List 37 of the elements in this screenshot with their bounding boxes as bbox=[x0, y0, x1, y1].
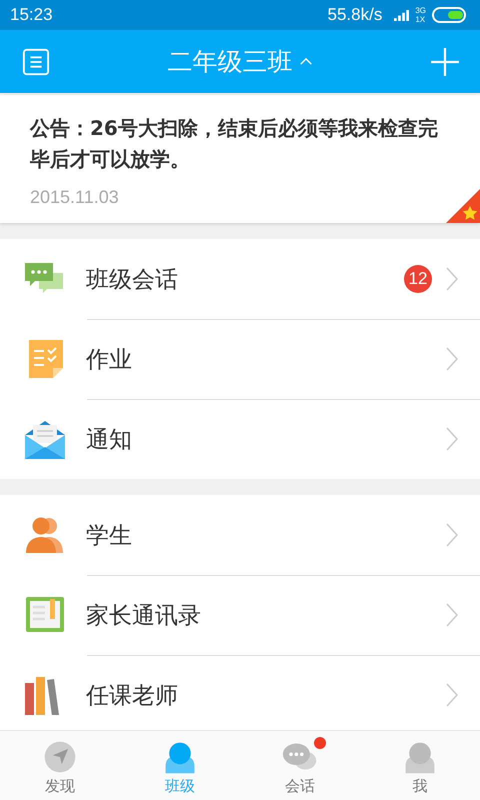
book-icon bbox=[25, 595, 65, 635]
chevron-right-icon bbox=[446, 267, 458, 291]
chevron-right-icon bbox=[446, 683, 458, 707]
row-label: 作业 bbox=[86, 346, 133, 374]
chevron-right-icon bbox=[446, 523, 458, 547]
menu-button[interactable] bbox=[22, 48, 50, 76]
unread-count-badge: 12 bbox=[404, 265, 432, 293]
people-icon bbox=[25, 515, 65, 555]
notice-card[interactable]: 公告：26号大扫除，结束后必须等我来检查完毕后才可以放学。 2015.11.03 bbox=[0, 95, 480, 223]
chevron-right-icon bbox=[446, 427, 458, 451]
menu-row[interactable]: 家长通讯录 bbox=[0, 575, 480, 655]
chevron-right-icon bbox=[446, 347, 458, 371]
notice-date: 2015.11.03 bbox=[30, 187, 119, 208]
network-label: 1X bbox=[415, 15, 426, 24]
signal-icon bbox=[394, 10, 410, 20]
clock-time: 15:23 bbox=[10, 5, 53, 25]
add-button[interactable] bbox=[430, 46, 460, 76]
menu-row[interactable]: 学生 bbox=[0, 495, 480, 575]
notice-text: 公告：26号大扫除，结束后必须等我来检查完毕后才可以放学。 bbox=[30, 115, 439, 173]
compass-icon bbox=[42, 739, 78, 775]
row-label: 家长通讯录 bbox=[86, 602, 202, 630]
row-label: 班级会话 bbox=[86, 266, 179, 294]
battery-icon bbox=[432, 7, 468, 23]
menu-row[interactable]: 作业 bbox=[0, 319, 480, 399]
menu-row[interactable]: 任课老师 bbox=[0, 655, 480, 730]
row-label: 学生 bbox=[86, 522, 133, 550]
envelope-icon bbox=[25, 419, 65, 459]
row-label: 任课老师 bbox=[86, 682, 179, 710]
row-label: 通知 bbox=[86, 426, 133, 454]
menu-row[interactable]: 班级会话 12 bbox=[0, 239, 480, 319]
network-speed: 55.8k/s bbox=[328, 5, 382, 25]
tab[interactable]: 会话 bbox=[240, 731, 360, 800]
chevron-right-icon bbox=[446, 603, 458, 627]
network-label: 3G bbox=[415, 6, 426, 15]
tab[interactable]: 发现 bbox=[0, 731, 120, 800]
tab[interactable]: 我 bbox=[360, 731, 480, 800]
menu-row[interactable]: 通知 bbox=[0, 399, 480, 479]
